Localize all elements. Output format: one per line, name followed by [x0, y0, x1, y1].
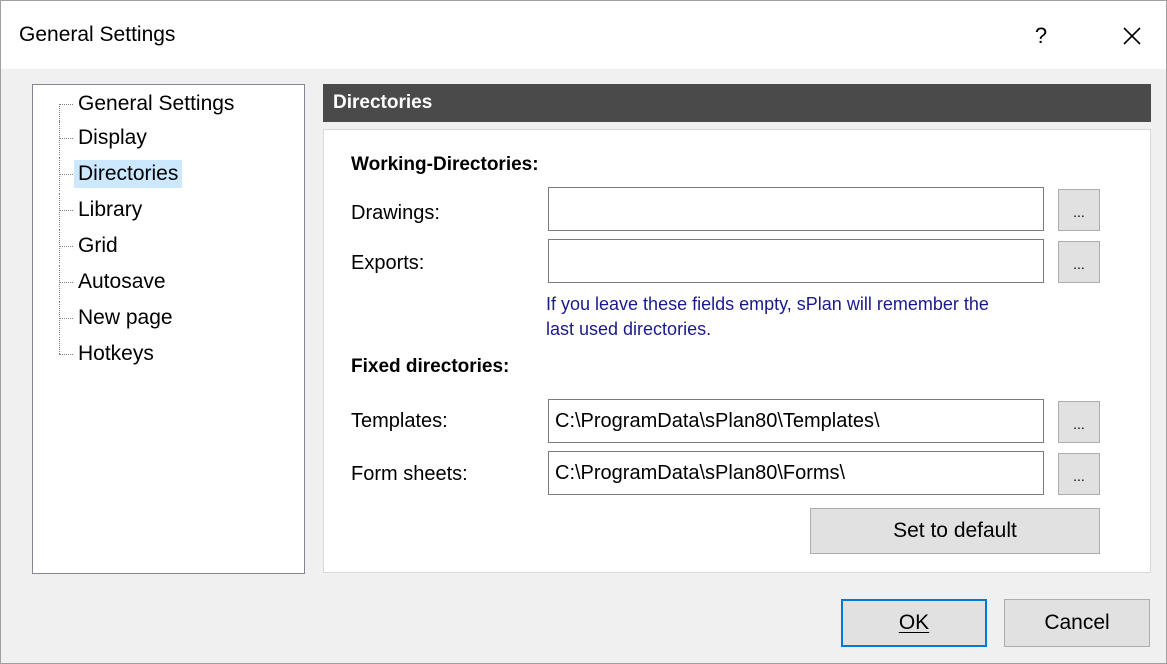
fixed-directories-heading: Fixed directories: [351, 356, 510, 377]
close-button[interactable] [1101, 11, 1163, 61]
cancel-button[interactable]: Cancel [1004, 599, 1150, 647]
tree-connector [59, 301, 73, 335]
templates-browse-button[interactable]: ... [1058, 401, 1100, 443]
tree-item-label: Grid [78, 234, 118, 257]
tree-item-new-page[interactable]: New page [33, 301, 293, 335]
ok-button[interactable]: OK [841, 599, 987, 647]
tree-item-directories[interactable]: Directories [33, 157, 293, 191]
tree-item-hotkeys[interactable]: Hotkeys [33, 337, 293, 371]
form-sheets-browse-button[interactable]: ... [1058, 453, 1100, 495]
hint-text: If you leave these fields empty, sPlan w… [546, 292, 1106, 342]
hint-line-1: If you leave these fields empty, sPlan w… [546, 294, 989, 314]
tree-item-label: Library [78, 198, 143, 221]
drawings-label: Drawings: [351, 202, 440, 224]
tree-item-general-settings[interactable]: General Settings [33, 87, 293, 121]
tree-item-display[interactable]: Display [33, 121, 293, 155]
general-settings-dialog: General Settings ? General Settings Disp… [0, 0, 1167, 664]
tree-item-grid[interactable]: Grid [33, 229, 293, 263]
ok-label: OK [898, 611, 930, 634]
help-button[interactable]: ? [1013, 11, 1069, 61]
set-to-default-button[interactable]: Set to default [810, 508, 1100, 554]
templates-field[interactable] [548, 399, 1044, 443]
tree-connector [59, 121, 73, 155]
settings-tree[interactable]: General Settings Display Directories Lib… [32, 84, 305, 574]
tree-item-label: Autosave [78, 270, 166, 293]
tree-item-label: New page [78, 306, 173, 329]
tree-connector [59, 265, 73, 299]
form-sheets-field[interactable] [548, 451, 1044, 495]
exports-field[interactable] [548, 239, 1044, 283]
templates-label: Templates: [351, 410, 448, 432]
tree-connector [59, 87, 73, 121]
tree-item-label: General Settings [78, 92, 235, 115]
drawings-field[interactable] [548, 187, 1044, 231]
tree-connector [59, 337, 73, 371]
tree-item-label: Display [78, 126, 147, 149]
exports-browse-button[interactable]: ... [1058, 241, 1100, 283]
exports-label: Exports: [351, 252, 425, 274]
tree-item-label: Directories [74, 160, 183, 188]
tree-item-library[interactable]: Library [33, 193, 293, 227]
close-icon [1123, 27, 1141, 45]
tree-connector [59, 157, 73, 191]
working-directories-heading: Working-Directories: [351, 154, 539, 175]
tree-item-label: Hotkeys [78, 342, 154, 365]
section-header: Directories [323, 84, 1151, 122]
tree-connector [59, 193, 73, 227]
hint-line-2: last used directories. [546, 319, 712, 339]
form-sheets-label: Form sheets: [351, 463, 468, 485]
tree-item-autosave[interactable]: Autosave [33, 265, 293, 299]
drawings-browse-button[interactable]: ... [1058, 189, 1100, 231]
window-title: General Settings [19, 23, 176, 46]
tree-connector [59, 229, 73, 263]
title-bar: General Settings ? [1, 1, 1166, 69]
directories-panel: Working-Directories: Drawings: ... Expor… [323, 129, 1151, 573]
